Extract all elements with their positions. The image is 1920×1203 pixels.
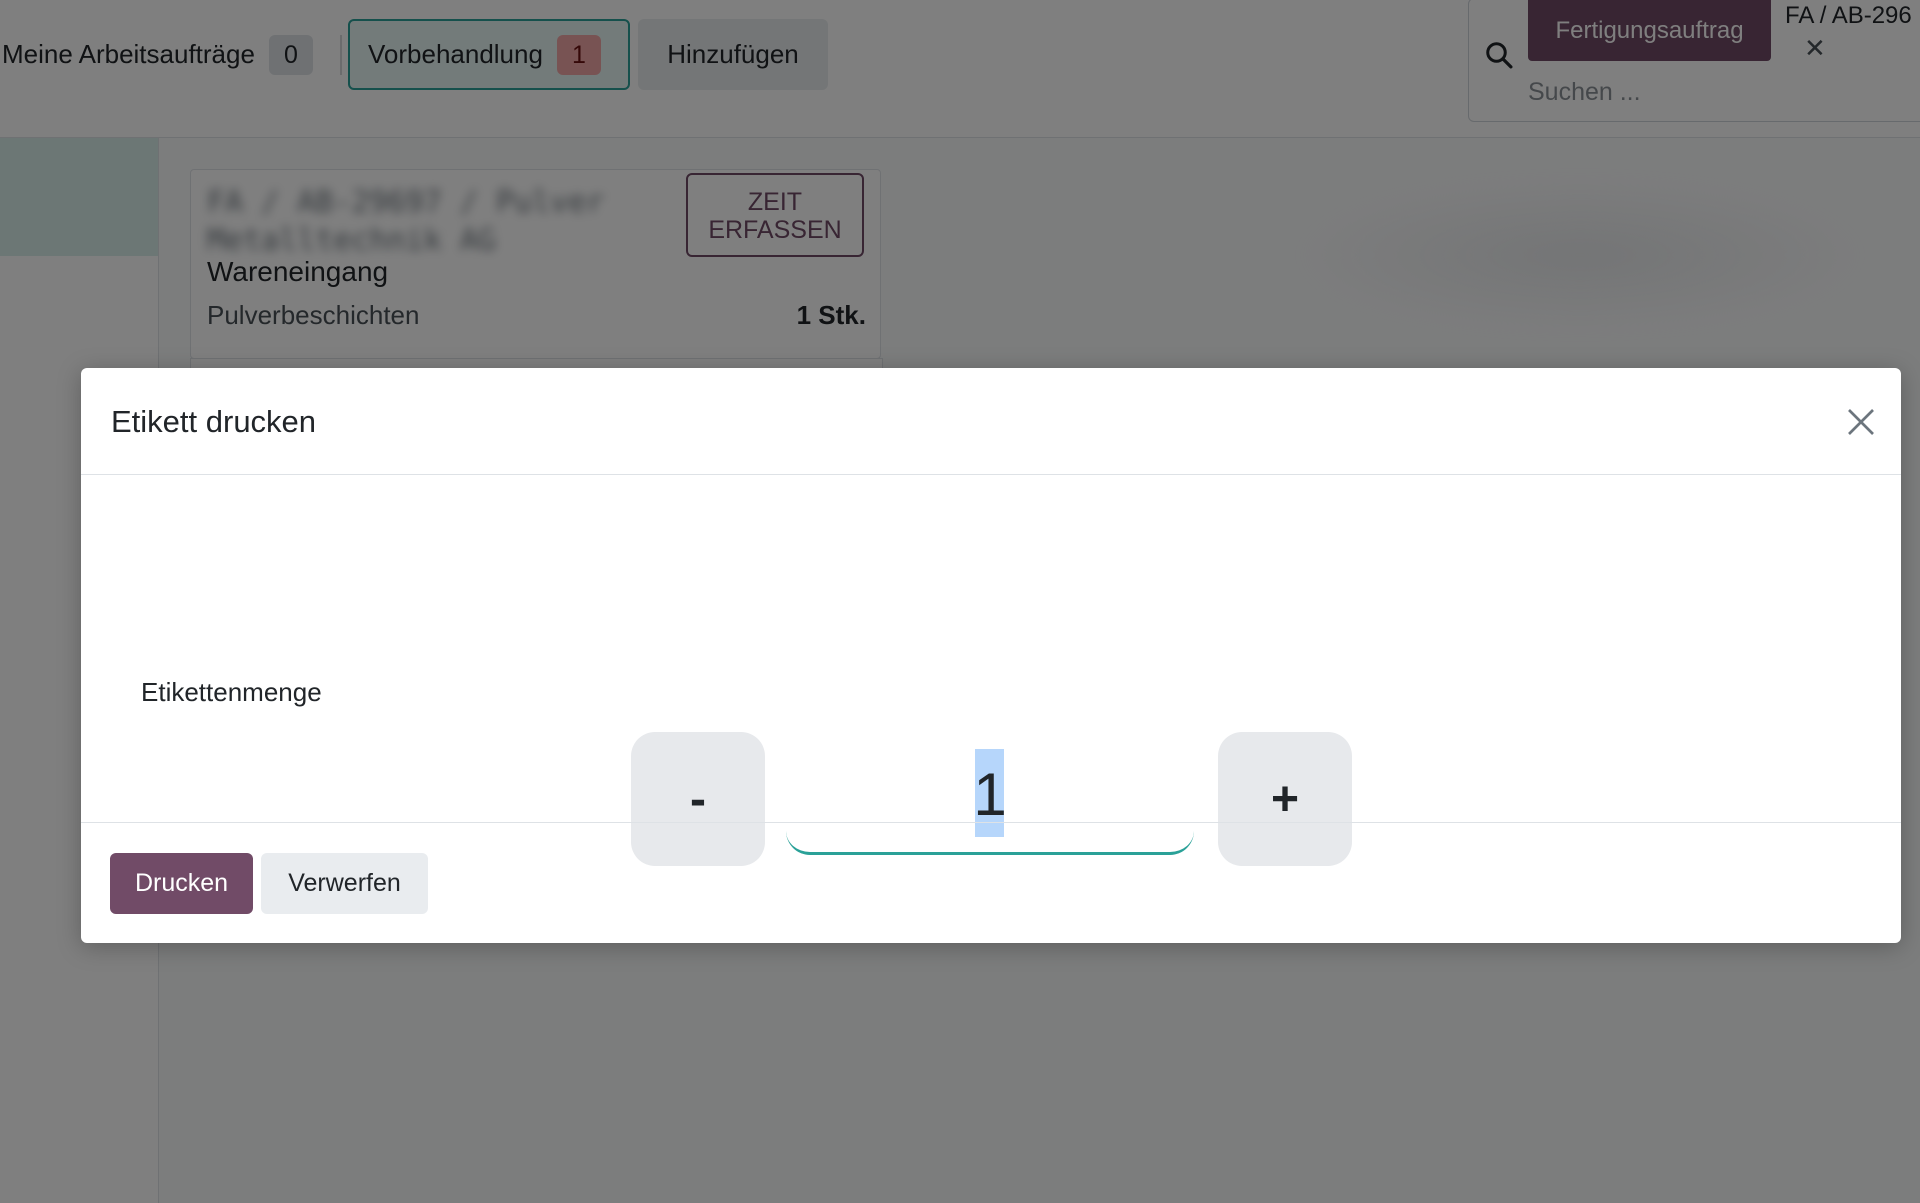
close-icon[interactable] [1845, 406, 1877, 438]
dialog-title: Etikett drucken [111, 404, 317, 439]
print-button[interactable]: Drucken [110, 853, 253, 914]
dialog-header: Etikett drucken [81, 368, 1901, 475]
print-label-dialog: Etikett drucken Etikettenmenge - + Druck… [81, 368, 1901, 943]
dialog-footer: Drucken Verwerfen [81, 822, 1901, 944]
label-quantity-label: Etikettenmenge [141, 677, 322, 707]
discard-button[interactable]: Verwerfen [261, 853, 428, 914]
